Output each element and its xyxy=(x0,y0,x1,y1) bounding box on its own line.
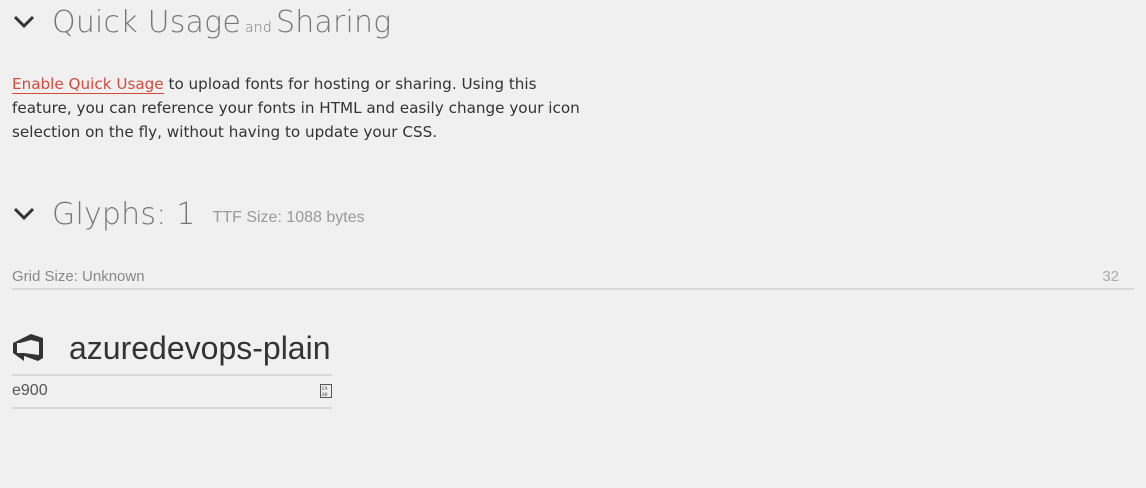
grid-size-value: 32 xyxy=(1102,268,1119,285)
glyphs-header[interactable]: Glyphs: 1 TTF Size: 1088 bytes xyxy=(12,196,365,232)
azure-devops-icon xyxy=(12,332,44,364)
chevron-down-icon[interactable] xyxy=(12,202,36,226)
grid-size-label: Grid Size: Unknown xyxy=(12,268,145,285)
ttf-size: TTF Size: 1088 bytes xyxy=(212,209,365,226)
svg-text:E9: E9 xyxy=(322,386,328,392)
quick-usage-title: Quick Usage and Sharing xyxy=(52,4,392,40)
glyph-code-row: E9 00 xyxy=(12,376,332,409)
quick-usage-description: Enable Quick Usage to upload fonts for h… xyxy=(12,75,580,141)
svg-text:00: 00 xyxy=(322,392,328,398)
glyph-name: azuredevops-plain xyxy=(69,329,331,366)
grid-size-row: Grid Size: Unknown 32 xyxy=(12,266,1134,290)
quick-usage-header[interactable]: Quick Usage and Sharing xyxy=(12,4,391,40)
enable-quick-usage-link[interactable]: Enable Quick Usage xyxy=(12,75,164,94)
glyph-card[interactable]: azuredevops-plain E9 00 xyxy=(12,322,332,409)
chevron-down-icon[interactable] xyxy=(12,10,36,34)
glyph-header: azuredevops-plain xyxy=(12,322,332,376)
glyph-code-icon[interactable]: E9 00 xyxy=(320,384,332,398)
glyph-code-input[interactable] xyxy=(12,382,302,400)
glyphs-title: Glyphs: 1 xyxy=(52,196,196,232)
